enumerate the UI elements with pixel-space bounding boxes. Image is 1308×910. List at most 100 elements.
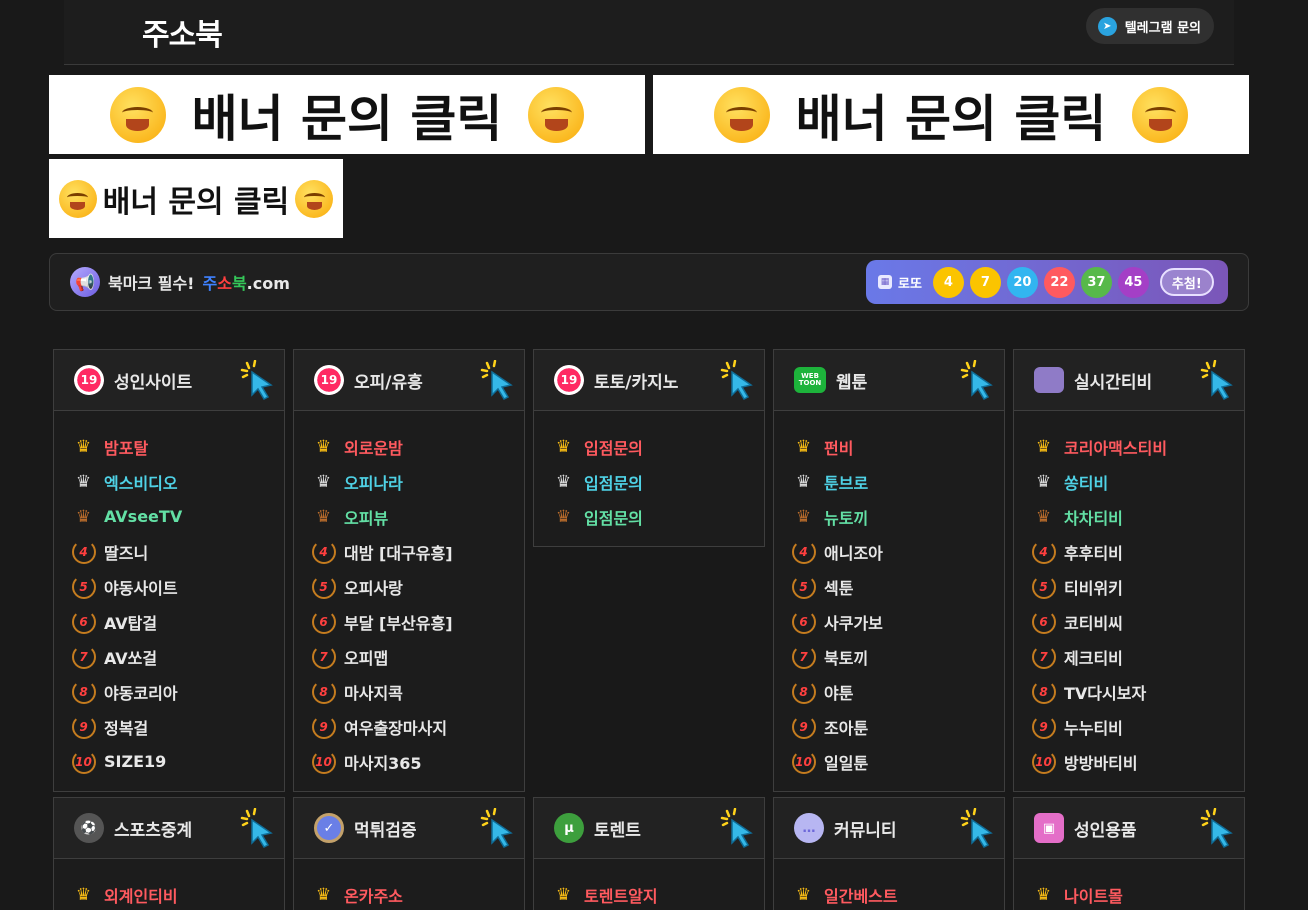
- laurel-rank-icon: 8: [71, 679, 96, 704]
- site-link[interactable]: 8 야동코리아: [71, 674, 284, 709]
- category-header[interactable]: 19 오피/유흥: [294, 350, 524, 411]
- site-link[interactable]: 4 후후티비: [1031, 534, 1244, 569]
- laurel-rank-icon: 6: [1031, 609, 1056, 634]
- site-name: 오피맵: [344, 648, 389, 668]
- site-link[interactable]: ♛ 일간베스트: [791, 877, 1004, 910]
- laurel-rank-icon: 5: [1031, 574, 1056, 599]
- telegram-inquiry-button[interactable]: ➤ 텔레그램 문의: [1085, 8, 1214, 44]
- category-site-list: ♛ 외로운밤 ♛ 오피나라 ♛ 오피뷰 4 대밤 [대구유흥] 5 오피사랑 6 부달 [부산유흥] 7…: [294, 411, 524, 791]
- site-name: 여우출장마사지: [344, 718, 448, 738]
- banner-ad-3[interactable]: 배너 문의 클릭: [49, 159, 343, 238]
- banner-ad-2[interactable]: 배너 문의 클릭: [653, 75, 1249, 154]
- site-name: 야툰: [824, 683, 854, 703]
- site-link[interactable]: 5 오피사랑: [311, 569, 524, 604]
- site-link[interactable]: 6 사쿠가보: [791, 604, 1004, 639]
- site-name: 마사지콕: [344, 683, 403, 703]
- category-header[interactable]: µ 토렌트: [534, 798, 764, 859]
- category-header[interactable]: 실시간티비: [1014, 350, 1244, 411]
- site-link[interactable]: 8 야툰: [791, 674, 1004, 709]
- site-link[interactable]: ♛ 입점문의: [551, 429, 764, 464]
- gold-crown-icon: ♛: [1035, 436, 1052, 457]
- site-link[interactable]: ♛ 외로운밤: [311, 429, 524, 464]
- laurel-rank-icon: 10: [791, 749, 816, 774]
- site-link[interactable]: 5 야동사이트: [71, 569, 284, 604]
- site-link[interactable]: ♛ 밤포탈: [71, 429, 284, 464]
- lotto-ball: 22: [1043, 266, 1075, 298]
- site-name: AV쏘걸: [104, 648, 158, 668]
- category-title: 실시간티비: [1074, 372, 1153, 393]
- site-link[interactable]: ♛ 온카주소: [311, 877, 524, 910]
- site-link[interactable]: ♛ 오피나라: [311, 464, 524, 499]
- bookmark-notice-bar: 📢 북마크 필수! 주소북.com ▦ 로또 4 7 20 22 37 45 추…: [49, 253, 1249, 311]
- lotto-draw-button[interactable]: 추첨!: [1159, 268, 1214, 296]
- site-link[interactable]: 9 여우출장마사지: [311, 709, 524, 744]
- category-header[interactable]: 19 토토/카지노: [534, 350, 764, 411]
- site-link[interactable]: ♛ 엑스비디오: [71, 464, 284, 499]
- site-logo[interactable]: 주소북: [142, 10, 223, 54]
- site-link[interactable]: ♛ 쏭티비: [1031, 464, 1244, 499]
- laurel-rank-icon: 4: [791, 539, 816, 564]
- site-link[interactable]: ♛ 코리아맥스티비: [1031, 429, 1244, 464]
- site-link[interactable]: ♛ 펀비: [791, 429, 1004, 464]
- bookmark-domain[interactable]: 주소북.com: [202, 270, 289, 294]
- 19-icon: 19: [314, 365, 344, 395]
- site-link[interactable]: 10 방방바티비: [1031, 744, 1244, 779]
- gold-crown-icon: ♛: [795, 436, 812, 457]
- site-name: 오피사랑: [344, 578, 403, 598]
- site-name: 입점문의: [584, 508, 643, 528]
- site-name: 쏭티비: [1064, 473, 1109, 493]
- site-name: SIZE19: [104, 752, 167, 771]
- smiley-icon: [295, 179, 334, 218]
- site-link[interactable]: ♛ 뉴토끼: [791, 499, 1004, 534]
- site-name: 조아툰: [824, 718, 869, 738]
- site-link[interactable]: ♛ 나이트몰: [1031, 877, 1244, 910]
- banner-ad-1[interactable]: 배너 문의 클릭: [49, 75, 645, 154]
- category-title: 웹툰: [836, 372, 868, 393]
- category-header[interactable]: 19 성인사이트: [54, 350, 284, 411]
- site-link[interactable]: 10 일일툰: [791, 744, 1004, 779]
- category-title: 성인사이트: [114, 372, 193, 393]
- site-link[interactable]: 4 애니조아: [791, 534, 1004, 569]
- site-link[interactable]: 5 섹툰: [791, 569, 1004, 604]
- site-link[interactable]: 4 대밤 [대구유흥]: [311, 534, 524, 569]
- site-link[interactable]: 7 북토끼: [791, 639, 1004, 674]
- laurel-rank-icon: 9: [1031, 714, 1056, 739]
- site-name: 북토끼: [824, 648, 869, 668]
- site-link[interactable]: 9 누누티비: [1031, 709, 1244, 744]
- category-header[interactable]: … 커뮤니티: [774, 798, 1004, 859]
- category-header[interactable]: ⚽ 스포츠중계: [54, 798, 284, 859]
- site-link[interactable]: ♛ 토렌트알지: [551, 877, 764, 910]
- site-link[interactable]: 6 코티비씨: [1031, 604, 1244, 639]
- site-link[interactable]: 6 부달 [부산유흥]: [311, 604, 524, 639]
- site-link[interactable]: 6 AV탑걸: [71, 604, 284, 639]
- site-name: 대밤 [대구유흥]: [344, 543, 453, 563]
- site-link[interactable]: 4 딸즈니: [71, 534, 284, 569]
- site-link[interactable]: 9 조아툰: [791, 709, 1004, 744]
- site-link[interactable]: ♛ 외계인티비: [71, 877, 284, 910]
- site-link[interactable]: 5 티비위키: [1031, 569, 1244, 604]
- site-link[interactable]: 7 오피맵: [311, 639, 524, 674]
- site-link[interactable]: 10 SIZE19: [71, 744, 284, 779]
- category-header[interactable]: WEB TOON 웹툰: [774, 350, 1004, 411]
- site-link[interactable]: ♛ 입점문의: [551, 464, 764, 499]
- site-link[interactable]: ♛ AVseeTV: [71, 499, 284, 534]
- site-link[interactable]: ♛ 툰브로: [791, 464, 1004, 499]
- bronze-crown-icon: ♛: [315, 506, 332, 527]
- site-link[interactable]: 7 AV쏘걸: [71, 639, 284, 674]
- click-cursor-icon: [240, 360, 273, 400]
- site-link[interactable]: 10 마사지365: [311, 744, 524, 779]
- site-link[interactable]: ♛ 차차티비: [1031, 499, 1244, 534]
- site-link[interactable]: 8 TV다시보자: [1031, 674, 1244, 709]
- site-name: 오피나라: [344, 473, 403, 493]
- category-header[interactable]: ▣ 성인용품: [1014, 798, 1244, 859]
- site-link[interactable]: 9 정복걸: [71, 709, 284, 744]
- banner-text: 배너 문의 클릭: [102, 184, 290, 220]
- site-link[interactable]: 8 마사지콕: [311, 674, 524, 709]
- site-link[interactable]: ♛ 오피뷰: [311, 499, 524, 534]
- category-header[interactable]: ✓ 먹튀검증: [294, 798, 524, 859]
- click-cursor-icon: [1200, 808, 1233, 848]
- lotto-ball: 20: [1006, 266, 1038, 298]
- site-link[interactable]: ♛ 입점문의: [551, 499, 764, 534]
- bookmark-notice-text: 북마크 필수!: [108, 274, 195, 293]
- site-link[interactable]: 7 제크티비: [1031, 639, 1244, 674]
